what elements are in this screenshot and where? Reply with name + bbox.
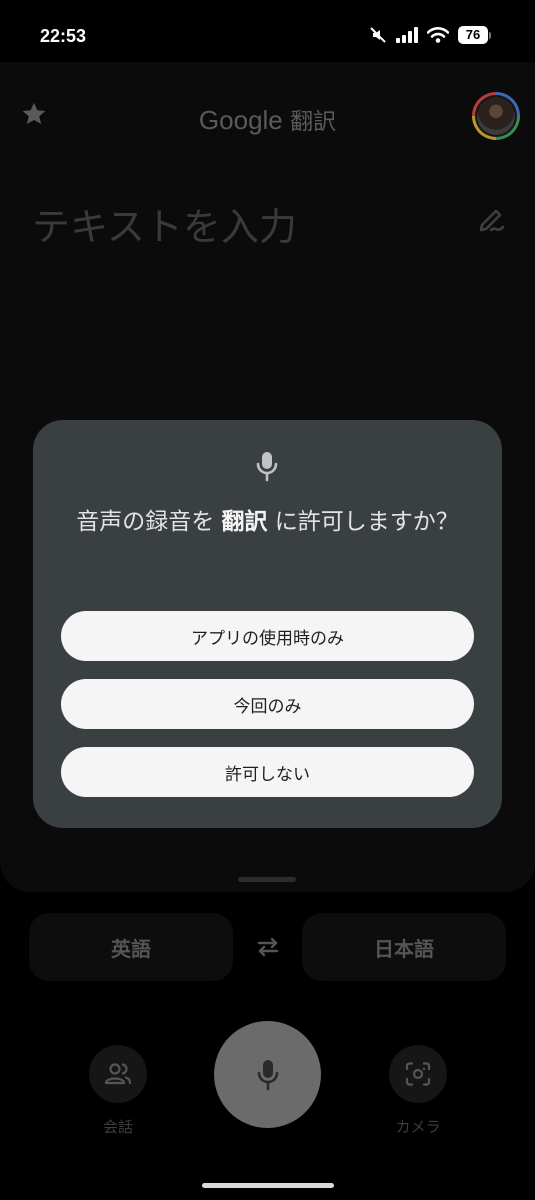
- people-icon: [104, 1063, 132, 1085]
- mute-icon: [370, 27, 386, 43]
- app-title: Google 翻訳: [0, 102, 535, 136]
- battery-level: 76: [458, 26, 488, 44]
- avatar-ring-inner: [475, 95, 517, 137]
- avatar: [477, 97, 515, 135]
- mic-icon: [257, 1059, 278, 1090]
- battery-icon: 76: [458, 26, 491, 44]
- status-time: 22:53: [40, 26, 87, 46]
- source-text-input[interactable]: テキストを入力: [32, 196, 297, 251]
- drag-handle[interactable]: [238, 877, 296, 882]
- swap-arrows-icon[interactable]: [251, 930, 285, 964]
- app-title-brand: Google: [198, 105, 283, 135]
- camera-button[interactable]: [389, 1045, 447, 1103]
- deny-button[interactable]: 許可しない: [61, 747, 474, 797]
- mic-icon: [256, 452, 278, 482]
- dialog-title-suffix: に許可しますか？: [267, 509, 459, 535]
- conversation-button[interactable]: [89, 1045, 147, 1103]
- source-language-button[interactable]: 英語: [29, 913, 233, 981]
- app-header: Google 翻訳: [0, 88, 535, 144]
- mic-button[interactable]: [214, 1021, 321, 1128]
- deny-label: 許可しない: [225, 764, 310, 785]
- allow-while-using-button[interactable]: アプリの使用時のみ: [61, 611, 474, 661]
- target-language-button[interactable]: 日本語: [302, 913, 506, 981]
- conversation-label: 会話: [102, 1118, 133, 1136]
- camera-label: カメラ: [395, 1118, 441, 1136]
- allow-once-button[interactable]: 今回のみ: [61, 679, 474, 729]
- camera-icon: [405, 1062, 431, 1086]
- status-icons: 76: [369, 26, 491, 44]
- battery-tip: [489, 31, 491, 39]
- wifi-icon: [427, 27, 449, 43]
- target-language-label: 日本語: [374, 936, 434, 961]
- microphone-permission-dialog: 音声の録音を 翻訳 に許可しますか？ アプリの使用時のみ 今回のみ 許可しない: [33, 420, 502, 828]
- home-indicator[interactable]: [202, 1183, 334, 1188]
- allow-while-using-label: アプリの使用時のみ: [191, 628, 344, 649]
- signal-icon: [396, 27, 418, 43]
- allow-once-label: 今回のみ: [233, 696, 302, 717]
- dialog-title: 音声の録音を 翻訳 に許可しますか？: [63, 504, 472, 541]
- dialog-title-prefix: 音声の録音を: [76, 509, 222, 535]
- account-avatar[interactable]: [472, 92, 520, 140]
- handwriting-icon[interactable]: [476, 203, 508, 235]
- source-language-label: 英語: [111, 936, 151, 961]
- app-title-suffix: 翻訳: [282, 109, 337, 135]
- dialog-title-app: 翻訳: [221, 509, 268, 535]
